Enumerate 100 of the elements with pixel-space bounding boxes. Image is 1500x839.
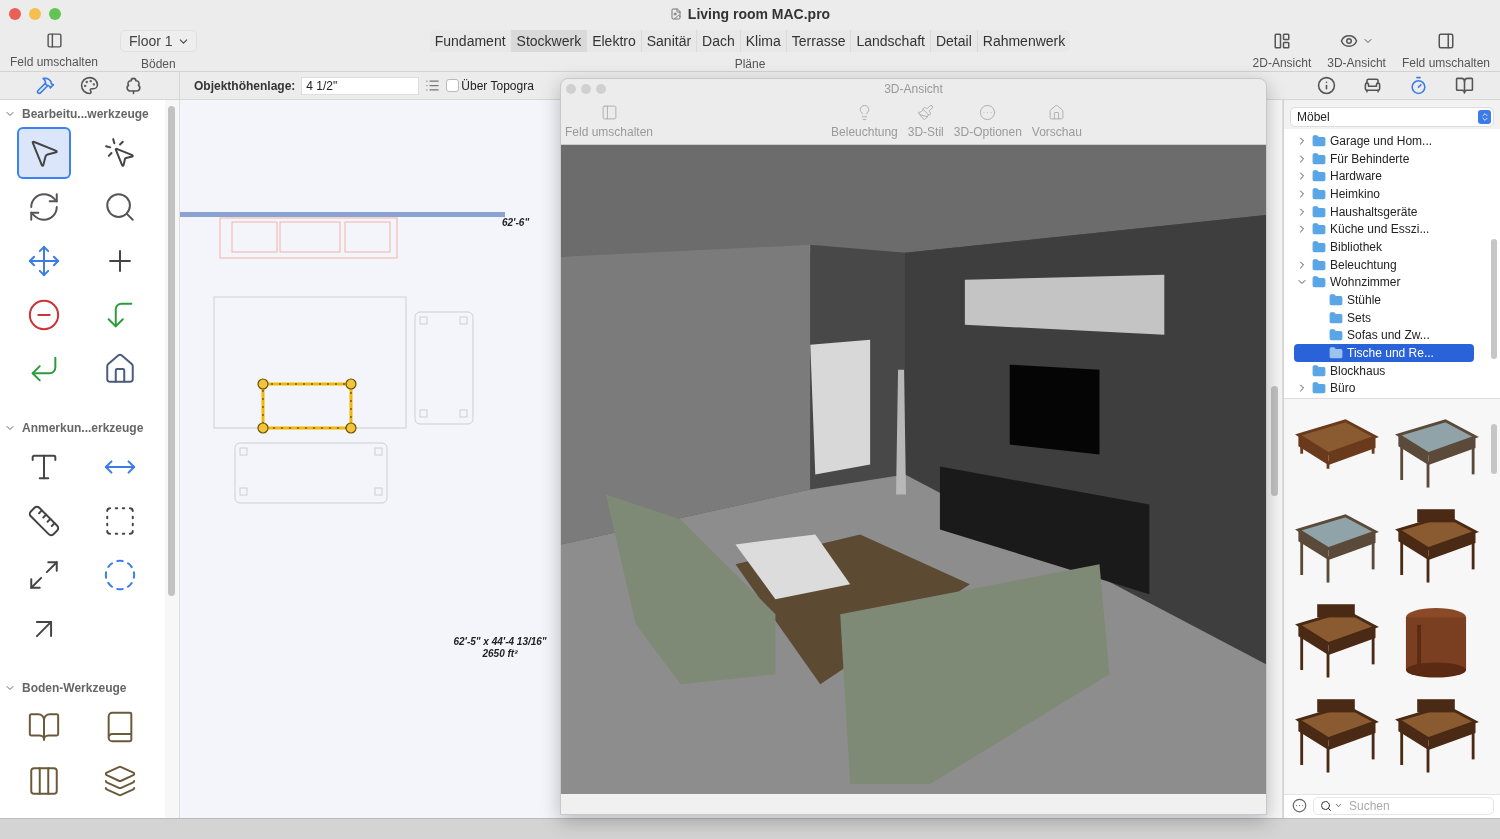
selected-table-drawing[interactable] xyxy=(257,378,357,434)
minus-circle-icon xyxy=(27,298,61,332)
tree-item[interactable]: Tische und Re... xyxy=(1294,344,1474,362)
tree-item[interactable]: Bibliothek xyxy=(1294,238,1474,256)
chair-icon[interactable] xyxy=(1362,76,1382,95)
folder-icon xyxy=(1312,204,1326,219)
folder-icon xyxy=(1312,257,1326,272)
dashed-square-icon xyxy=(103,504,137,538)
house-icon xyxy=(103,352,137,386)
area-label: 62'-5" x 44'-4 13/16" 2650 ft² xyxy=(452,636,548,660)
eye-icon xyxy=(1339,32,1358,50)
tree-item[interactable]: Für Behinderte xyxy=(1294,149,1474,168)
toolbar-label: Pläne xyxy=(734,57,766,71)
tree-item[interactable]: Küche und Esszi... xyxy=(1294,220,1474,239)
brush-icon xyxy=(917,104,935,121)
folder-icon xyxy=(1312,222,1326,237)
section-title: Anmerkun...erkzeuge xyxy=(22,421,144,435)
ellipsis-icon xyxy=(979,104,997,121)
section-title: Boden-Werkzeuge xyxy=(22,681,127,695)
toolbar-button[interactable]: 3D-Ansicht xyxy=(1325,28,1388,70)
chevron-down-icon xyxy=(1334,801,1343,810)
tree-item[interactable]: Wohnzimmer xyxy=(1294,273,1474,292)
timer-icon[interactable] xyxy=(1409,76,1429,95)
floor-select[interactable]: Floor 1 xyxy=(120,30,197,52)
search-icon xyxy=(103,190,137,224)
tree-item[interactable]: Haushaltsgeräte xyxy=(1294,202,1474,221)
folder-icon xyxy=(1312,239,1326,254)
folder-icon xyxy=(1329,293,1343,308)
list-icon xyxy=(425,78,441,93)
plan-tab[interactable]: Landschaft xyxy=(850,30,930,52)
plan-tab[interactable]: Sanitär xyxy=(640,30,697,52)
folder-icon xyxy=(1312,186,1326,201)
folder-icon xyxy=(1329,328,1343,343)
scrollbar-thumb[interactable] xyxy=(1491,239,1497,359)
dashed-circle-icon xyxy=(103,558,137,592)
panel-icon xyxy=(1436,32,1455,50)
pointer-icon xyxy=(103,136,137,170)
move-icon xyxy=(27,244,61,278)
toolbar-button[interactable]: 2D-Ansicht xyxy=(1250,28,1314,70)
scrollbar-thumb[interactable] xyxy=(168,106,175,596)
folder-icon xyxy=(1312,275,1326,290)
plan-tab[interactable]: Fundament xyxy=(429,30,511,52)
toolbar-button[interactable]: Feld umschalten xyxy=(1399,28,1492,70)
tree-icon[interactable] xyxy=(123,76,143,95)
floor-plan-icon xyxy=(1272,32,1291,50)
stepper-icon xyxy=(1478,110,1491,124)
ruler-icon xyxy=(27,504,61,538)
palette-icon[interactable] xyxy=(80,76,99,95)
folder-icon xyxy=(1329,346,1343,361)
tree-item[interactable]: Büro xyxy=(1294,379,1474,398)
book-icon[interactable] xyxy=(1455,76,1475,95)
plan-tab[interactable]: Klima xyxy=(739,30,786,52)
field-label: Objekthöhenlage: xyxy=(194,78,296,93)
window-title: 3D-Ansicht xyxy=(884,81,943,96)
folder-icon xyxy=(1312,363,1326,378)
tree-item[interactable]: Beleuchtung xyxy=(1294,255,1474,274)
document-icon xyxy=(669,8,682,20)
folder-icon xyxy=(1312,133,1326,148)
diagonal-arrows-icon xyxy=(27,558,61,592)
folder-icon xyxy=(1312,381,1326,396)
close-button[interactable] xyxy=(9,8,21,20)
tree-item[interactable]: Sofas und Zw... xyxy=(1294,326,1474,345)
tree-item[interactable]: Hardware xyxy=(1294,167,1474,186)
window-title: Living room MAC.pro xyxy=(687,6,831,22)
folding-panel-icon xyxy=(27,710,61,744)
toggle-panel-button[interactable]: Feld umschalten xyxy=(8,28,101,69)
plan-tab[interactable]: Dach xyxy=(696,30,740,52)
checkbox[interactable] xyxy=(446,79,460,92)
section-title: Bearbeitu...werkzeuge xyxy=(22,107,149,121)
refresh-icon xyxy=(27,190,61,224)
plan-tab[interactable]: Elektro xyxy=(586,30,641,52)
tree-item[interactable]: Garage und Hom... xyxy=(1294,132,1474,150)
tree-item[interactable]: Stühle xyxy=(1294,291,1474,309)
category-select[interactable]: Möbel xyxy=(1290,107,1494,127)
scrollbar-thumb[interactable] xyxy=(1271,386,1278,496)
tool-button[interactable] xyxy=(17,127,71,179)
plan-tab[interactable]: Terrasse xyxy=(785,30,851,52)
house-icon xyxy=(1048,104,1066,121)
scrollbar-thumb[interactable] xyxy=(1491,424,1497,474)
plan-tab[interactable]: Stockwerk xyxy=(510,30,587,52)
search-icon xyxy=(1320,799,1332,812)
hammer-icon[interactable] xyxy=(36,76,56,95)
tree-item[interactable]: Blockhaus xyxy=(1294,361,1474,380)
checkbox-label: Über Topogra xyxy=(461,78,534,93)
more-icon[interactable] xyxy=(1292,798,1307,813)
panel-icon xyxy=(27,764,61,798)
dimension-label: 62'-6" xyxy=(502,217,530,229)
info-icon[interactable] xyxy=(1316,76,1336,95)
layers-icon xyxy=(103,764,137,798)
folder-icon xyxy=(1312,151,1326,166)
toolbar-label: Böden xyxy=(141,57,176,71)
panel-icon xyxy=(600,104,618,121)
folder-icon xyxy=(1312,169,1326,184)
folder-icon xyxy=(1329,310,1343,325)
plan-tab[interactable]: Rahmenwerk xyxy=(976,30,1071,52)
tree-item[interactable]: Sets xyxy=(1294,308,1474,327)
panel-icon xyxy=(45,32,63,49)
plan-tab[interactable]: Detail xyxy=(929,30,977,52)
tree-item[interactable]: Heimkino xyxy=(1294,185,1474,203)
elevation-field[interactable]: 4 1/2" xyxy=(301,76,420,95)
